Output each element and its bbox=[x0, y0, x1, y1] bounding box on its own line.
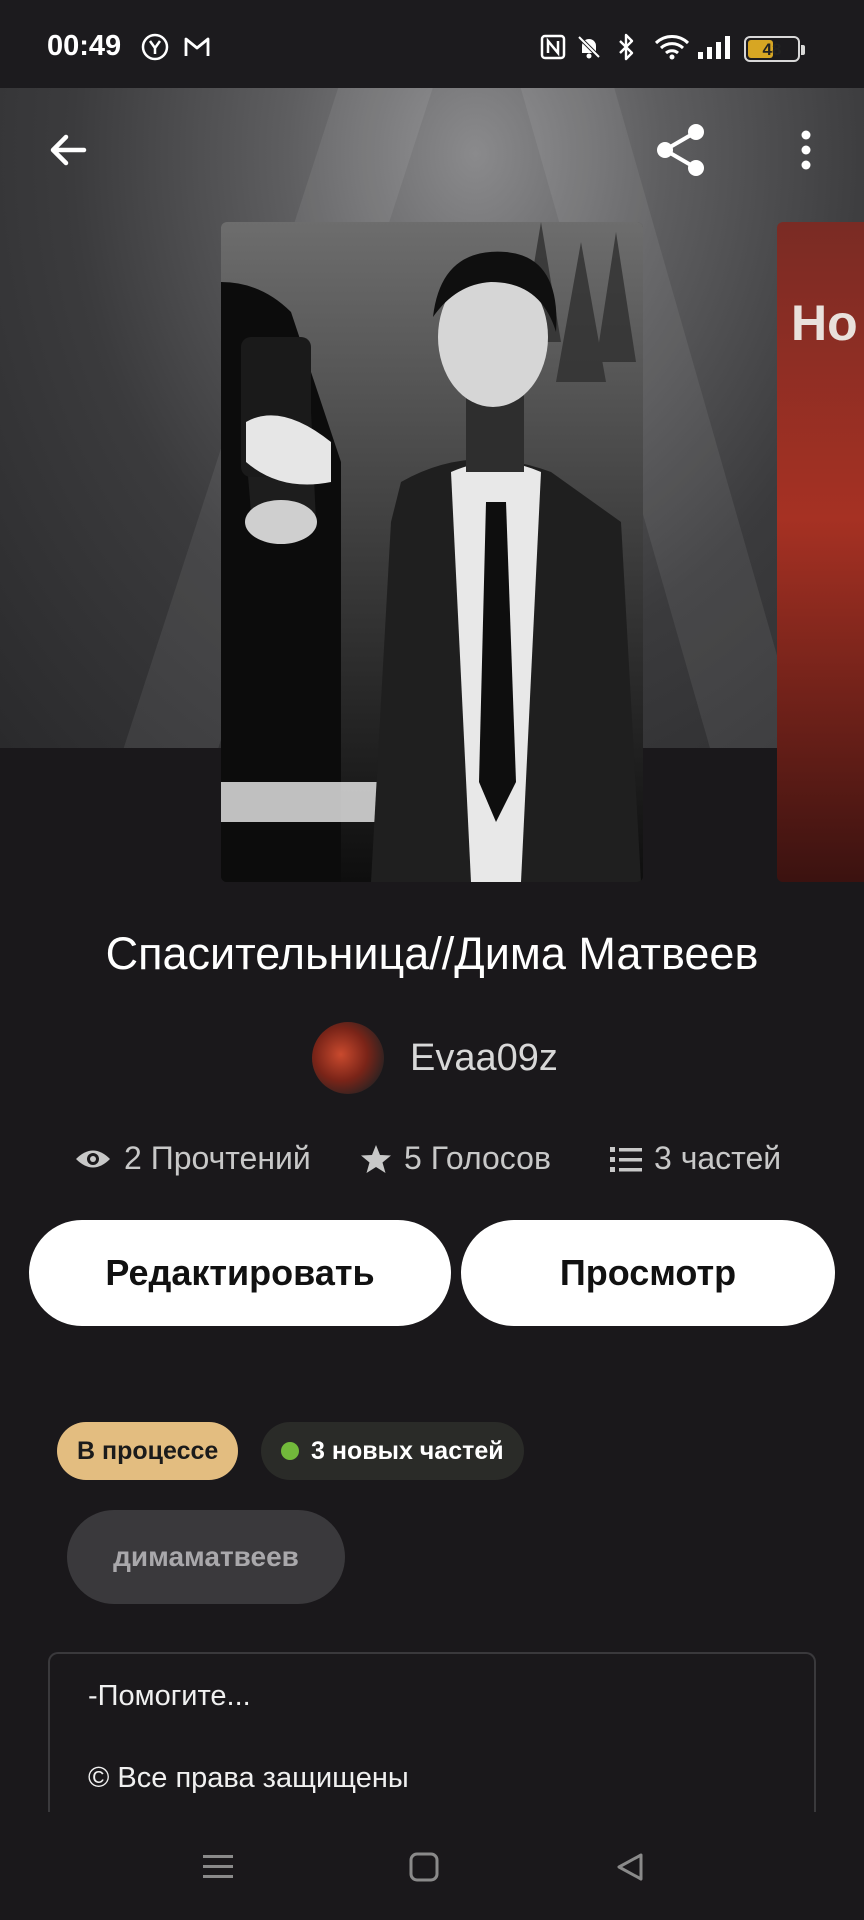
yandex-icon bbox=[140, 32, 170, 62]
battery-icon: 48 bbox=[744, 36, 805, 62]
avatar[interactable] bbox=[312, 1022, 384, 1094]
new-parts-badge: 3 новых частей bbox=[261, 1422, 524, 1480]
battery-level: 48 bbox=[762, 40, 782, 59]
description-line-1: -Помогите... bbox=[88, 1680, 251, 1712]
list-icon bbox=[610, 1146, 642, 1172]
status-badge: В процессе bbox=[57, 1422, 239, 1480]
menu-nav-button[interactable] bbox=[193, 1842, 243, 1892]
votes-stat: 5 Голосов bbox=[360, 1140, 551, 1177]
gmail-icon bbox=[182, 32, 212, 62]
story-title: Спасительница//Дима Матвеев bbox=[105, 928, 759, 979]
mute-bell-icon bbox=[574, 32, 604, 62]
share-icon bbox=[657, 124, 704, 176]
new-dot-icon bbox=[281, 1442, 299, 1460]
back-triangle-icon bbox=[617, 1853, 643, 1881]
parts-count: 3 частей bbox=[654, 1140, 782, 1176]
status-time: 00:49 bbox=[47, 30, 122, 62]
back-nav-button[interactable] bbox=[605, 1842, 655, 1892]
more-button[interactable] bbox=[776, 120, 836, 180]
edit-button[interactable]: Редактировать bbox=[29, 1220, 451, 1326]
votes-count: 5 Голосов bbox=[404, 1140, 551, 1176]
author-link[interactable]: Evaa09z bbox=[312, 1022, 558, 1094]
menu-icon bbox=[203, 1855, 233, 1878]
wifi-icon bbox=[654, 32, 690, 62]
reads-stat: 2 Прочтений bbox=[74, 1140, 311, 1177]
next-story-cover[interactable]: Но bbox=[777, 222, 864, 882]
system-nav-bar bbox=[0, 1814, 864, 1920]
arrow-left-icon bbox=[50, 134, 87, 166]
more-vertical-icon bbox=[801, 130, 811, 170]
reads-count: 2 Прочтений bbox=[124, 1140, 311, 1176]
signal-icon bbox=[696, 32, 736, 62]
eye-icon bbox=[76, 1150, 110, 1167]
star-icon bbox=[361, 1144, 391, 1173]
new-parts-label: 3 новых частей bbox=[311, 1436, 504, 1465]
home-nav-button[interactable] bbox=[399, 1842, 449, 1892]
home-square-icon bbox=[409, 1852, 439, 1882]
parts-stat: 3 частей bbox=[610, 1140, 781, 1177]
bluetooth-icon bbox=[612, 32, 642, 62]
share-button[interactable] bbox=[651, 120, 711, 180]
story-stats: 2 Прочтений 5 Голосов 3 частей bbox=[0, 1140, 864, 1186]
preview-button[interactable]: Просмотр bbox=[461, 1220, 835, 1326]
cover-artwork bbox=[221, 222, 643, 882]
status-bar: 00:49 48 bbox=[0, 0, 864, 88]
description-line-2: © Все права защищены bbox=[88, 1762, 409, 1794]
author-name[interactable]: Evaa09z bbox=[410, 1037, 558, 1080]
back-button[interactable] bbox=[38, 120, 98, 180]
story-description[interactable]: -Помогите... © Все права защищены bbox=[48, 1652, 816, 1812]
next-cover-text: Но bbox=[791, 295, 858, 351]
story-cover[interactable] bbox=[221, 222, 643, 882]
tag-chip[interactable]: димаматвеев bbox=[67, 1510, 345, 1604]
nfc-icon bbox=[538, 32, 568, 62]
